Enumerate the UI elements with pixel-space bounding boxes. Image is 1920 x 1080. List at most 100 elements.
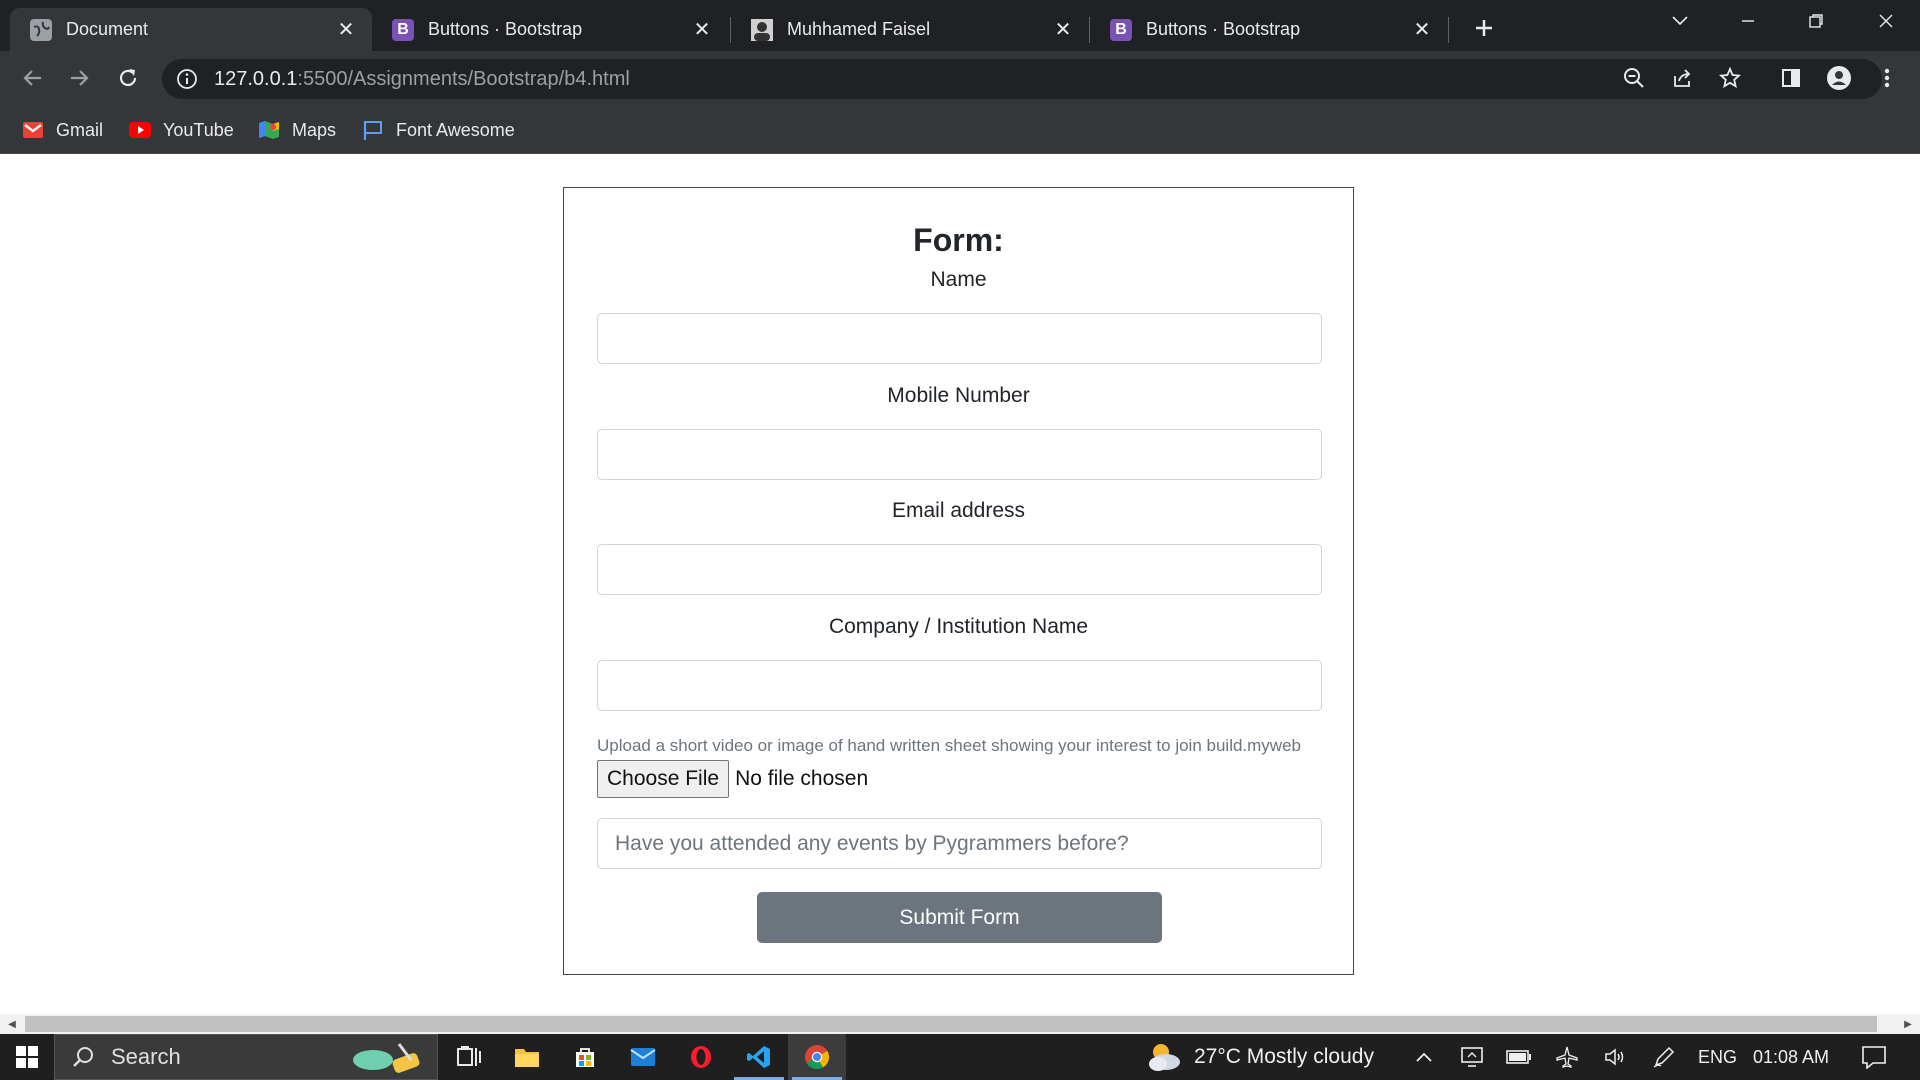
windows-logo-icon xyxy=(16,1046,38,1068)
company-input[interactable] xyxy=(597,660,1322,711)
airplane-mode-icon[interactable] xyxy=(1548,1034,1586,1080)
tab-search-button[interactable] xyxy=(1644,0,1716,42)
arrow-left-icon xyxy=(23,70,41,86)
form-card: Form: Name Mobile Number Email address C… xyxy=(563,187,1354,975)
arrow-right-icon xyxy=(71,70,89,86)
mobile-number-input[interactable] xyxy=(597,429,1322,480)
page-viewport: Form: Name Mobile Number Email address C… xyxy=(0,154,1920,1014)
task-view-icon xyxy=(457,1046,481,1066)
bootstrap-icon: B xyxy=(1110,18,1132,41)
bookmarks-bar: Gmail YouTube Maps Font Awesome xyxy=(0,105,1920,154)
share-icon xyxy=(1674,69,1691,87)
back-button[interactable] xyxy=(13,59,51,97)
close-tab-icon[interactable]: ✕ xyxy=(332,16,360,44)
company-label: Company / Institution Name xyxy=(828,615,1089,638)
bookmark-youtube[interactable]: YouTube xyxy=(129,115,234,145)
star-icon xyxy=(1719,67,1741,89)
vscode-button[interactable] xyxy=(730,1034,788,1080)
globe-icon xyxy=(30,18,52,41)
maps-icon xyxy=(258,119,280,141)
tab-separator xyxy=(1448,17,1449,43)
new-tab-button[interactable] xyxy=(1466,10,1502,46)
forward-button[interactable] xyxy=(61,59,99,97)
tab-muhhamed-faisel[interactable]: Muhhamed Faisel ✕ xyxy=(731,8,1089,51)
task-view-button[interactable] xyxy=(440,1034,498,1080)
chrome-button[interactable] xyxy=(788,1034,846,1080)
profile-photo-icon xyxy=(751,18,773,41)
site-info-icon[interactable] xyxy=(176,68,198,90)
restore-button[interactable] xyxy=(1782,0,1850,42)
horizontal-scrollbar[interactable]: ◀ ▶ xyxy=(0,1014,1920,1034)
account-icon xyxy=(1827,66,1851,90)
kebab-menu-icon xyxy=(1884,68,1890,88)
side-panel-button[interactable] xyxy=(1772,59,1810,97)
bookmark-font-awesome[interactable]: Font Awesome xyxy=(362,115,515,145)
notification-icon xyxy=(1862,1046,1886,1069)
tab-document[interactable]: Document ✕ xyxy=(10,8,372,51)
bookmark-maps[interactable]: Maps xyxy=(258,115,336,145)
reload-icon xyxy=(119,69,137,87)
close-window-button[interactable] xyxy=(1852,0,1920,42)
mail-button[interactable] xyxy=(614,1034,672,1080)
bookmark-label: Gmail xyxy=(56,119,104,140)
menu-button[interactable] xyxy=(1868,59,1906,97)
file-status: No file chosen xyxy=(735,767,869,790)
file-explorer-button[interactable] xyxy=(498,1034,556,1080)
minimize-button[interactable] xyxy=(1714,0,1782,42)
notification-center-button[interactable] xyxy=(1852,1034,1896,1080)
side-panel-icon xyxy=(1782,69,1800,87)
weather-text[interactable]: 27°C Mostly cloudy xyxy=(1194,1034,1374,1080)
name-label: Name xyxy=(930,268,987,291)
events-input[interactable]: Have you attended any events by Pygramme… xyxy=(597,818,1322,869)
vscode-icon xyxy=(747,1046,770,1068)
scroll-left-icon[interactable]: ◀ xyxy=(4,1016,20,1032)
profile-button[interactable] xyxy=(1820,59,1858,97)
microsoft-store-button[interactable] xyxy=(556,1034,614,1080)
show-hidden-icons-button[interactable] xyxy=(1405,1034,1443,1080)
share-button[interactable] xyxy=(1664,59,1702,97)
store-icon xyxy=(576,1048,594,1067)
email-input[interactable] xyxy=(597,544,1322,595)
email-label: Email address xyxy=(891,499,1026,522)
url-text[interactable]: 127.0.0.1:5500/Assignments/Bootstrap/b4.… xyxy=(214,68,630,91)
close-tab-icon[interactable]: ✕ xyxy=(1049,16,1077,44)
bootstrap-icon: B xyxy=(392,18,414,41)
tab-title: Document xyxy=(66,19,149,39)
input-language[interactable]: ENG xyxy=(1698,1034,1737,1080)
chevron-down-icon xyxy=(1672,16,1688,26)
events-placeholder: Have you attended any events by Pygramme… xyxy=(615,831,1129,855)
tab-title: Buttons · Bootstrap xyxy=(1146,19,1301,39)
bookmark-star-button[interactable] xyxy=(1711,59,1749,97)
taskbar-search-box[interactable]: Search xyxy=(54,1034,438,1080)
close-tab-icon[interactable]: ✕ xyxy=(1408,16,1436,44)
pen-icon[interactable] xyxy=(1645,1034,1683,1080)
mobile-number-label: Mobile Number xyxy=(887,384,1030,407)
volume-icon[interactable] xyxy=(1597,1034,1635,1080)
battery-icon[interactable] xyxy=(1500,1034,1538,1080)
upload-hint: Upload a short video or image of hand wr… xyxy=(597,736,1301,755)
reload-button[interactable] xyxy=(109,59,147,97)
folder-icon xyxy=(515,1049,539,1067)
submit-form-button[interactable]: Submit Form xyxy=(757,892,1162,943)
zoom-button[interactable] xyxy=(1615,59,1653,97)
close-icon xyxy=(1879,14,1893,28)
tab-buttons-bootstrap[interactable]: B Buttons · Bootstrap ✕ xyxy=(372,8,728,51)
name-input[interactable] xyxy=(597,313,1322,364)
form-title: Form: xyxy=(913,222,1004,258)
close-tab-icon[interactable]: ✕ xyxy=(688,16,716,44)
scrollbar-thumb[interactable] xyxy=(25,1016,1877,1032)
tab-buttons-bootstrap-2[interactable]: B Buttons · Bootstrap ✕ xyxy=(1090,8,1448,51)
opera-icon xyxy=(691,1046,711,1068)
bookmark-label: Font Awesome xyxy=(396,119,515,140)
start-button[interactable] xyxy=(0,1034,54,1080)
weather-icon[interactable] xyxy=(1142,1034,1186,1080)
clock[interactable]: 01:08 AM xyxy=(1753,1034,1829,1080)
url-host: 127.0.0.1 xyxy=(214,68,298,90)
chevron-up-icon xyxy=(1416,1052,1432,1062)
scroll-right-icon[interactable]: ▶ xyxy=(1900,1016,1916,1032)
bookmark-gmail[interactable]: Gmail xyxy=(22,115,103,145)
opera-button[interactable] xyxy=(672,1034,730,1080)
network-tray-icon[interactable] xyxy=(1453,1034,1491,1080)
gmail-icon xyxy=(22,119,44,141)
choose-file-button[interactable]: Choose File xyxy=(597,760,730,798)
